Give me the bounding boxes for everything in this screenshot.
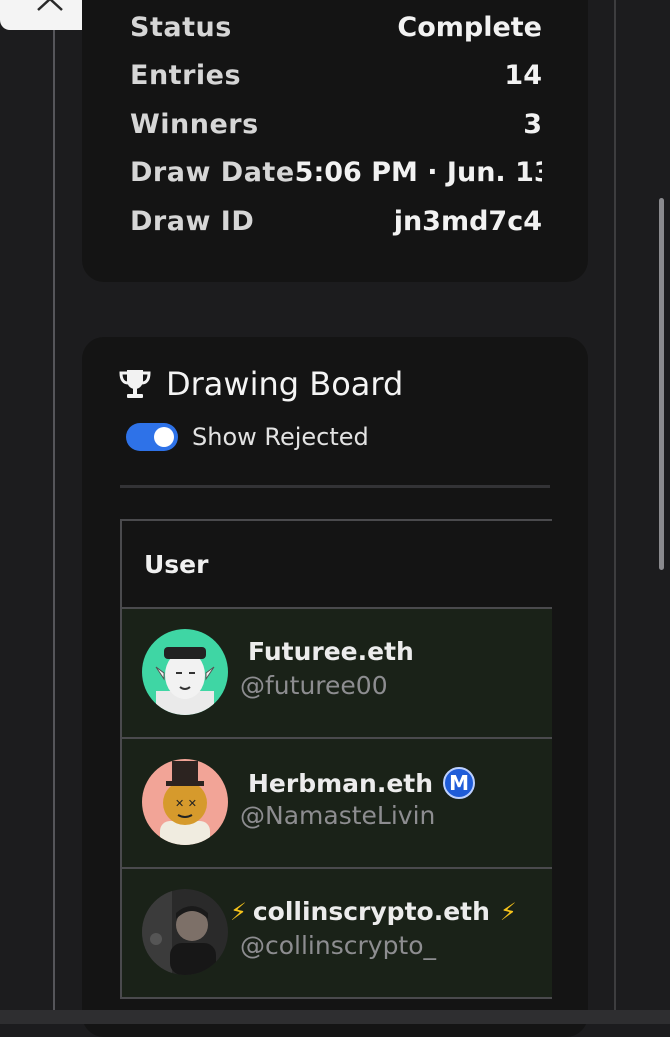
detail-value: 14 <box>504 59 542 91</box>
detail-value: Complete <box>397 11 542 43</box>
show-rejected-row: Show Rejected <box>126 423 369 451</box>
frame-line-right <box>614 0 616 1024</box>
user-handle: @futuree00 <box>240 671 388 700</box>
frame-line-left <box>53 0 55 1024</box>
detail-label: Entries <box>130 59 242 91</box>
user-handle: @collinscrypto_ <box>240 931 437 960</box>
show-rejected-label: Show Rejected <box>192 423 369 451</box>
detail-value: jn3md7c4 <box>393 205 542 237</box>
lightning-icon: ⚡ <box>230 897 247 926</box>
column-header-user[interactable]: User <box>122 521 552 609</box>
avatar: ✕ ✕ <box>142 759 228 845</box>
detail-row-status: Status Complete <box>130 7 542 47</box>
board-title: Drawing Board <box>166 365 404 403</box>
user-name-text: Herbman.eth <box>248 768 434 798</box>
show-rejected-toggle[interactable] <box>126 423 178 451</box>
drawing-board-card: Drawing Board Show Rejected User Futuree… <box>82 337 588 1037</box>
bottom-bar <box>0 1010 670 1024</box>
lightning-icon: ⚡ <box>499 897 517 926</box>
scrollbar[interactable] <box>659 198 664 570</box>
detail-value: 3 <box>523 108 542 140</box>
board-header: Drawing Board <box>118 365 403 403</box>
draw-details-card: Status Complete Entries 14 Winners 3 Dra… <box>82 0 588 282</box>
verified-m-badge-icon: M <box>443 767 476 799</box>
column-header-label: User <box>144 549 209 579</box>
divider <box>120 485 550 488</box>
detail-label: Draw Date <box>130 156 295 188</box>
user-name: Futuree.eth <box>248 637 414 666</box>
detail-label: Winners <box>130 108 259 140</box>
detail-row-draw-date: Draw Date 5:06 PM · Jun. 13 <box>130 152 542 192</box>
toggle-knob <box>154 427 174 447</box>
detail-row-winners: Winners 3 <box>130 104 542 144</box>
svg-text:✕ ✕: ✕ ✕ <box>175 797 197 810</box>
table-row[interactable]: ⚡ collinscrypto.eth ⚡ @collinscrypto_ <box>122 869 552 997</box>
table-row[interactable]: Futuree.eth @futuree00 <box>122 609 552 739</box>
entrants-table: User Futuree.eth @futuree00 ✕ ✕ Herbman.… <box>120 519 552 999</box>
user-name: Herbman.eth M <box>248 767 476 799</box>
detail-label: Status <box>130 11 232 43</box>
detail-row-draw-id: Draw ID jn3md7c4 <box>130 201 542 241</box>
user-name: ⚡ collinscrypto.eth ⚡ <box>230 897 517 926</box>
detail-value: 5:06 PM · Jun. 13 <box>294 156 542 188</box>
user-handle: @NamasteLivin <box>240 801 436 830</box>
detail-row-entries: Entries 14 <box>130 55 542 95</box>
avatar <box>142 629 228 715</box>
chevron-up-icon <box>37 0 63 11</box>
table-row[interactable]: ✕ ✕ Herbman.eth M @NamasteLivin <box>122 739 552 869</box>
avatar <box>142 889 228 975</box>
user-name-text: Futuree.eth <box>248 637 414 666</box>
trophy-icon <box>119 370 151 398</box>
user-name-text: collinscrypto.eth <box>252 897 490 926</box>
detail-label: Draw ID <box>130 205 255 237</box>
